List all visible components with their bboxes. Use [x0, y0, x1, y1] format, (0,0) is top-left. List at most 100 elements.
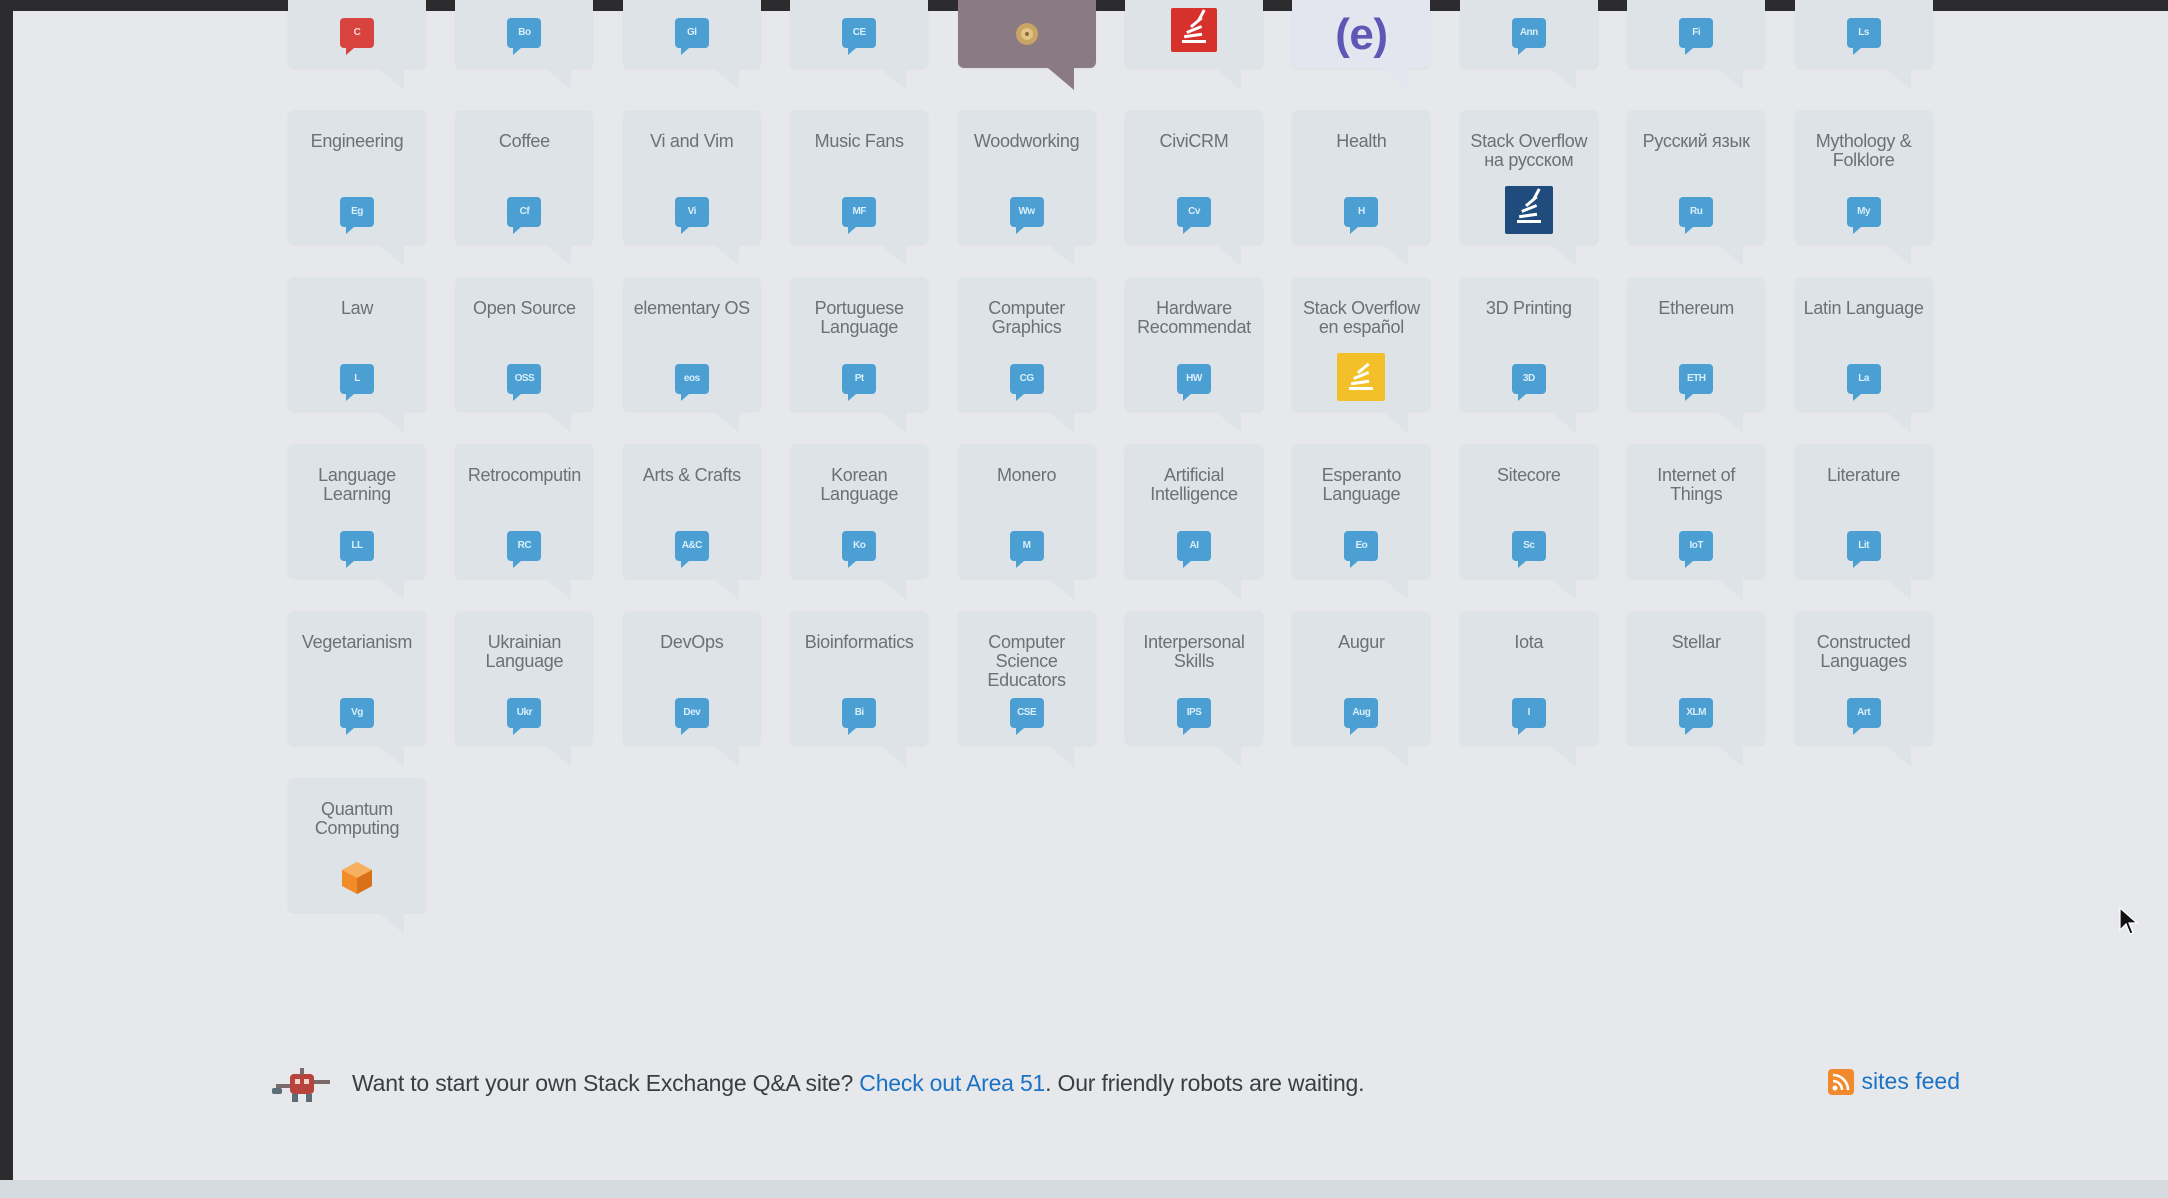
site-logo-icon: Lit [1846, 531, 1881, 568]
site-tile-3d-printing[interactable]: 3D Printing 3D [1459, 277, 1598, 433]
site-name: Artificial Intelligence [1150, 466, 1238, 504]
site-tile-hardware-recommendat[interactable]: Hardware Recommendat HW [1125, 277, 1263, 433]
site-name: Portuguese Language [814, 299, 904, 337]
site-name: Latin Language [1803, 299, 1924, 318]
site-logo-icon: Eg [340, 197, 374, 234]
site-logo-icon: RC [507, 531, 542, 568]
site-tile-civicrm[interactable]: CiviCRM Cv [1125, 110, 1263, 266]
site-tile-top-3[interactable]: CE [790, 0, 929, 90]
area51-link[interactable]: Check out Area 51 [859, 1070, 1045, 1096]
site-tile-open-source[interactable]: Open Source OSS [455, 277, 594, 433]
sites-feed-link[interactable]: sites feed [1827, 1068, 1960, 1095]
site-name: Vegetarianism [301, 633, 413, 652]
site-logo-icon: H [1344, 197, 1379, 234]
site-tile-bioinformatics[interactable]: Bioinformatics Bi [790, 611, 929, 767]
site-tile-music-fans[interactable]: Music Fans MF [790, 110, 929, 266]
site-tile-ukrainian-language[interactable]: Ukrainian Language Ukr [455, 611, 594, 767]
site-name: Stack Overflow на русском [1470, 132, 1588, 170]
site-name: Law [340, 299, 374, 318]
site-name: Esperanto Language [1321, 466, 1402, 504]
site-tile-top-6[interactable]: (e) [1292, 0, 1431, 90]
site-tile-top-7[interactable]: Ann [1459, 0, 1598, 90]
promo-text-after: . Our friendly robots are waiting. [1045, 1070, 1365, 1096]
site-name: Augur [1338, 633, 1385, 652]
site-logo-icon: Ukr [507, 698, 542, 735]
site-tile-mythology-folklore[interactable]: Mythology & Folklore My [1794, 110, 1933, 266]
site-name: Mythology & Folklore [1815, 132, 1912, 170]
site-tile-русский-язык[interactable]: Русский язык Ru [1627, 110, 1766, 266]
site-name: Sitecore [1496, 466, 1561, 485]
site-tile-internet-of-things[interactable]: Internet of Things IoT [1627, 444, 1766, 600]
site-tile-korean-language[interactable]: Korean Language Ko [790, 444, 929, 600]
site-tile-artificial-intelligence[interactable]: Artificial Intelligence AI [1125, 444, 1263, 600]
site-tile-top-4[interactable] [957, 0, 1096, 90]
site-logo-icon: IoT [1679, 531, 1714, 568]
site-tile-arts-crafts[interactable]: Arts & Crafts A&C [622, 444, 761, 600]
site-tile-coffee[interactable]: Coffee Cf [455, 110, 594, 266]
site-tile-top-5[interactable] [1125, 0, 1263, 90]
site-tile-interpersonal-skills[interactable]: Interpersonal Skills IPS [1125, 611, 1263, 767]
site-tile-stack-overflow-en-espa-ol[interactable]: Stack Overflow en español [1292, 277, 1431, 433]
site-tile-vegetarianism[interactable]: Vegetarianism Vg [288, 611, 426, 767]
site-tile-constructed-languages[interactable]: Constructed Languages Art [1794, 611, 1933, 767]
site-name: Internet of Things [1657, 466, 1736, 504]
site-name: Hardware Recommendat [1137, 299, 1251, 337]
site-logo-icon: Art [1846, 698, 1881, 735]
site-name: Health [1336, 132, 1387, 151]
sites-grid: C Bo Gl CE (e) Ann Fi Ls Engineering Eg Coffee Cf Vi… [0, 0, 2168, 960]
site-logo-icon: Ann [1511, 18, 1546, 55]
site-tile-monero[interactable]: Monero M [957, 444, 1096, 600]
rss-icon [1827, 1068, 1854, 1095]
site-logo-icon: M [1009, 531, 1044, 568]
site-name: Ethereum [1658, 299, 1734, 318]
site-tile-latin-language[interactable]: Latin Language La [1794, 277, 1933, 433]
site-name: Engineering [310, 132, 404, 151]
mouse-cursor-icon [2119, 906, 2139, 935]
site-tile-health[interactable]: Health H [1292, 110, 1431, 266]
site-tile-augur[interactable]: Augur Aug [1292, 611, 1431, 767]
site-tile-computer-graphics[interactable]: Computer Graphics CG [957, 277, 1096, 433]
site-tile-literature[interactable]: Literature Lit [1794, 444, 1933, 600]
site-tile-quantum-computing[interactable]: Quantum Computing [288, 778, 426, 934]
site-name: Quantum Computing [314, 800, 400, 838]
site-tile-iota[interactable]: Iota I [1459, 611, 1598, 767]
site-logo-icon: C [340, 18, 374, 55]
site-logo-icon: Sc [1511, 531, 1546, 568]
site-logo-icon: Dev [674, 698, 709, 735]
site-tile-stellar[interactable]: Stellar XLM [1627, 611, 1766, 767]
site-name: Music Fans [814, 132, 904, 151]
site-tile-esperanto-language[interactable]: Esperanto Language Eo [1292, 444, 1431, 600]
site-name: Open Source [473, 299, 576, 318]
site-name: Monero [996, 466, 1057, 485]
site-tile-law[interactable]: Law L [288, 277, 426, 433]
stack-overflow-es-logo-icon [1337, 353, 1386, 401]
area51-promo-text: Want to start your own Stack Exchange Q&… [352, 1070, 1365, 1097]
page-bottom-strip [0, 1180, 2168, 1198]
site-tile-language-learning[interactable]: Language Learning LL [288, 444, 426, 600]
site-tile-stack-overflow-на-русском[interactable]: Stack Overflow на русском [1459, 110, 1598, 266]
site-tile-elementary-os[interactable]: elementary OS eos [622, 277, 761, 433]
site-tile-engineering[interactable]: Engineering Eg [288, 110, 426, 266]
site-tile-sitecore[interactable]: Sitecore Sc [1459, 444, 1598, 600]
site-name: Computer Science Educators [987, 633, 1066, 690]
site-tile-ethereum[interactable]: Ethereum ETH [1627, 277, 1766, 433]
site-logo-icon: L [340, 364, 374, 401]
site-tile-top-9[interactable]: Ls [1794, 0, 1933, 90]
site-tile-top-1[interactable]: Bo [455, 0, 594, 90]
site-tile-top-8[interactable]: Fi [1627, 0, 1766, 90]
stack-overflow-logo-icon [1171, 8, 1217, 52]
site-logo-icon: Vi [674, 197, 709, 234]
site-tile-vi-and-vim[interactable]: Vi and Vim Vi [622, 110, 761, 266]
site-logo-icon: Bo [507, 18, 542, 55]
site-name: Bioinformatics [804, 633, 914, 652]
site-logo-icon: Ls [1846, 18, 1881, 55]
site-tile-portuguese-language[interactable]: Portuguese Language Pt [790, 277, 929, 433]
site-tile-computer-science-educators[interactable]: Computer Science Educators CSE [957, 611, 1096, 767]
site-name: Iota [1514, 633, 1544, 652]
site-tile-top-0[interactable]: C [288, 0, 426, 90]
site-tile-top-2[interactable]: Gl [622, 0, 761, 90]
site-tile-retrocomputin[interactable]: Retrocomputin RC [455, 444, 594, 600]
site-tile-woodworking[interactable]: Woodworking Ww [957, 110, 1096, 266]
site-tile-devops[interactable]: DevOps Dev [622, 611, 761, 767]
site-logo-icon: HW [1177, 364, 1211, 401]
